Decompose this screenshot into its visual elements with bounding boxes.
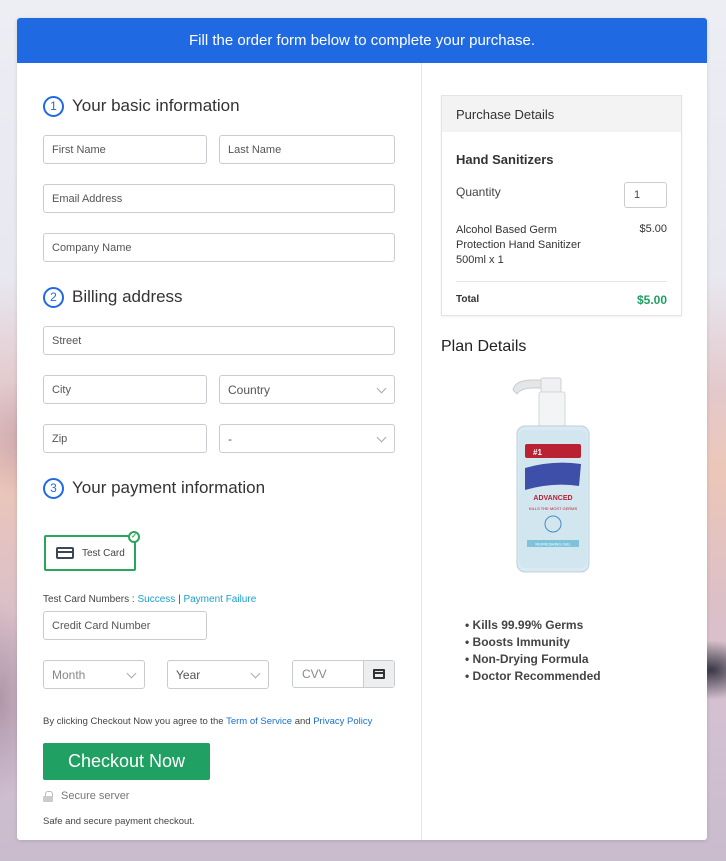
agreement-prefix: By clicking Checkout Now you agree to th… xyxy=(43,716,224,727)
total-value: $5.00 xyxy=(636,293,667,307)
step-number-icon: 1 xyxy=(43,95,64,117)
company-field[interactable] xyxy=(43,233,395,262)
card-number-field[interactable] xyxy=(43,611,207,640)
checkout-now-button[interactable]: Checkout Now xyxy=(43,743,210,780)
section-title: Billing address xyxy=(72,287,183,306)
quantity-label: Quantity xyxy=(456,185,501,199)
feature-item: Kills 99.99% Germs xyxy=(465,617,601,634)
safe-checkout-text: Safe and secure payment checkout. xyxy=(43,816,195,827)
section-title: Your basic information xyxy=(72,96,240,115)
total-label: Total xyxy=(456,294,480,305)
payment-method-test-card[interactable]: Test Card ✓ xyxy=(44,531,140,571)
city-field[interactable] xyxy=(43,375,207,404)
label-gel: REFRESHING GEL xyxy=(535,542,571,547)
credit-card-icon xyxy=(56,547,74,559)
year-select[interactable]: Year xyxy=(167,660,269,689)
lock-icon xyxy=(43,790,53,802)
payment-method-label: Test Card xyxy=(82,547,125,559)
test-card-numbers: Test Card Numbers : Success | Payment Fa… xyxy=(43,594,256,605)
quantity-input[interactable]: 1 xyxy=(624,182,667,208)
privacy-policy-link[interactable]: Privacy Policy xyxy=(313,716,372,727)
test-card-numbers-label: Test Card Numbers : xyxy=(43,594,135,605)
chevron-down-icon xyxy=(376,383,387,394)
company-input[interactable] xyxy=(52,241,394,254)
card-number-input[interactable] xyxy=(52,619,206,632)
hand-sanitizer-image: #1 ADVANCED KILLS THE MOST GERMS REFRESH… xyxy=(512,377,590,573)
email-input[interactable] xyxy=(52,192,394,205)
feature-item: Boosts Immunity xyxy=(465,634,601,651)
success-link[interactable]: Success xyxy=(137,594,175,605)
label-brand: ADVANCED xyxy=(533,495,572,502)
item-description: Alcohol Based Germ Protection Hand Sanit… xyxy=(456,224,581,266)
country-select[interactable]: Country xyxy=(219,375,395,404)
cvv-addon xyxy=(363,661,394,687)
feature-item: Non-Drying Formula xyxy=(465,651,601,668)
cvv-placeholder: CVV xyxy=(302,667,327,681)
section-title: Your payment information xyxy=(72,478,266,497)
street-input[interactable] xyxy=(52,334,394,347)
first-name-field[interactable] xyxy=(43,135,207,164)
cvv-field[interactable]: CVV xyxy=(292,660,395,688)
section-basic-info: 1 Your basic information xyxy=(43,94,240,118)
section-payment: 3 Your payment information xyxy=(43,476,265,500)
cvv-input[interactable]: CVV xyxy=(293,661,363,687)
plan-details-title: Plan Details xyxy=(441,338,527,355)
email-field[interactable] xyxy=(43,184,395,213)
pump-head xyxy=(540,377,562,393)
divider xyxy=(456,281,667,282)
banner: Fill the order form below to complete yo… xyxy=(17,18,707,63)
chevron-down-icon xyxy=(250,668,261,679)
secure-server-label: Secure server xyxy=(61,790,130,802)
agreement-text: By clicking Checkout Now you agree to th… xyxy=(43,716,372,727)
chevron-down-icon xyxy=(126,668,137,679)
label-top: #1 xyxy=(533,448,542,457)
chevron-down-icon xyxy=(376,432,387,443)
payment-failure-link[interactable]: Payment Failure xyxy=(183,594,256,605)
product-title: Hand Sanitizers xyxy=(456,152,554,167)
last-name-input[interactable] xyxy=(228,143,394,156)
terms-of-service-link[interactable]: Term of Service xyxy=(226,716,292,727)
agreement-and: and xyxy=(294,716,311,727)
purchase-details-box: Purchase Details Hand Sanitizers Quantit… xyxy=(441,95,682,316)
item-price: $5.00 xyxy=(639,223,667,235)
first-name-input[interactable] xyxy=(52,143,206,156)
section-billing: 2 Billing address xyxy=(43,285,183,309)
column-divider xyxy=(421,63,422,840)
secure-server: Secure server xyxy=(43,790,129,802)
separator: | xyxy=(178,594,181,605)
month-value: Month xyxy=(52,667,86,682)
year-value: Year xyxy=(176,667,201,682)
zip-field[interactable] xyxy=(43,424,207,453)
label-tag: KILLS THE MOST GERMS xyxy=(529,506,578,511)
credit-card-icon xyxy=(373,669,385,679)
last-name-field[interactable] xyxy=(219,135,395,164)
step-number-icon: 3 xyxy=(43,477,64,499)
zip-input[interactable] xyxy=(52,432,206,445)
country-value: Country xyxy=(228,382,271,397)
plan-features-list: Kills 99.99% Germs Boosts Immunity Non-D… xyxy=(465,617,601,685)
month-select[interactable]: Month xyxy=(43,660,145,689)
feature-item: Doctor Recommended xyxy=(465,668,601,685)
check-circle-icon: ✓ xyxy=(128,531,140,543)
order-form-card: Fill the order form below to complete yo… xyxy=(17,18,707,840)
state-value: - xyxy=(228,431,232,446)
city-input[interactable] xyxy=(52,383,206,396)
step-number-icon: 2 xyxy=(43,286,64,308)
street-field[interactable] xyxy=(43,326,395,355)
purchase-details-header: Purchase Details xyxy=(442,96,681,132)
pump-collar xyxy=(538,391,566,427)
state-select[interactable]: - xyxy=(219,424,395,453)
